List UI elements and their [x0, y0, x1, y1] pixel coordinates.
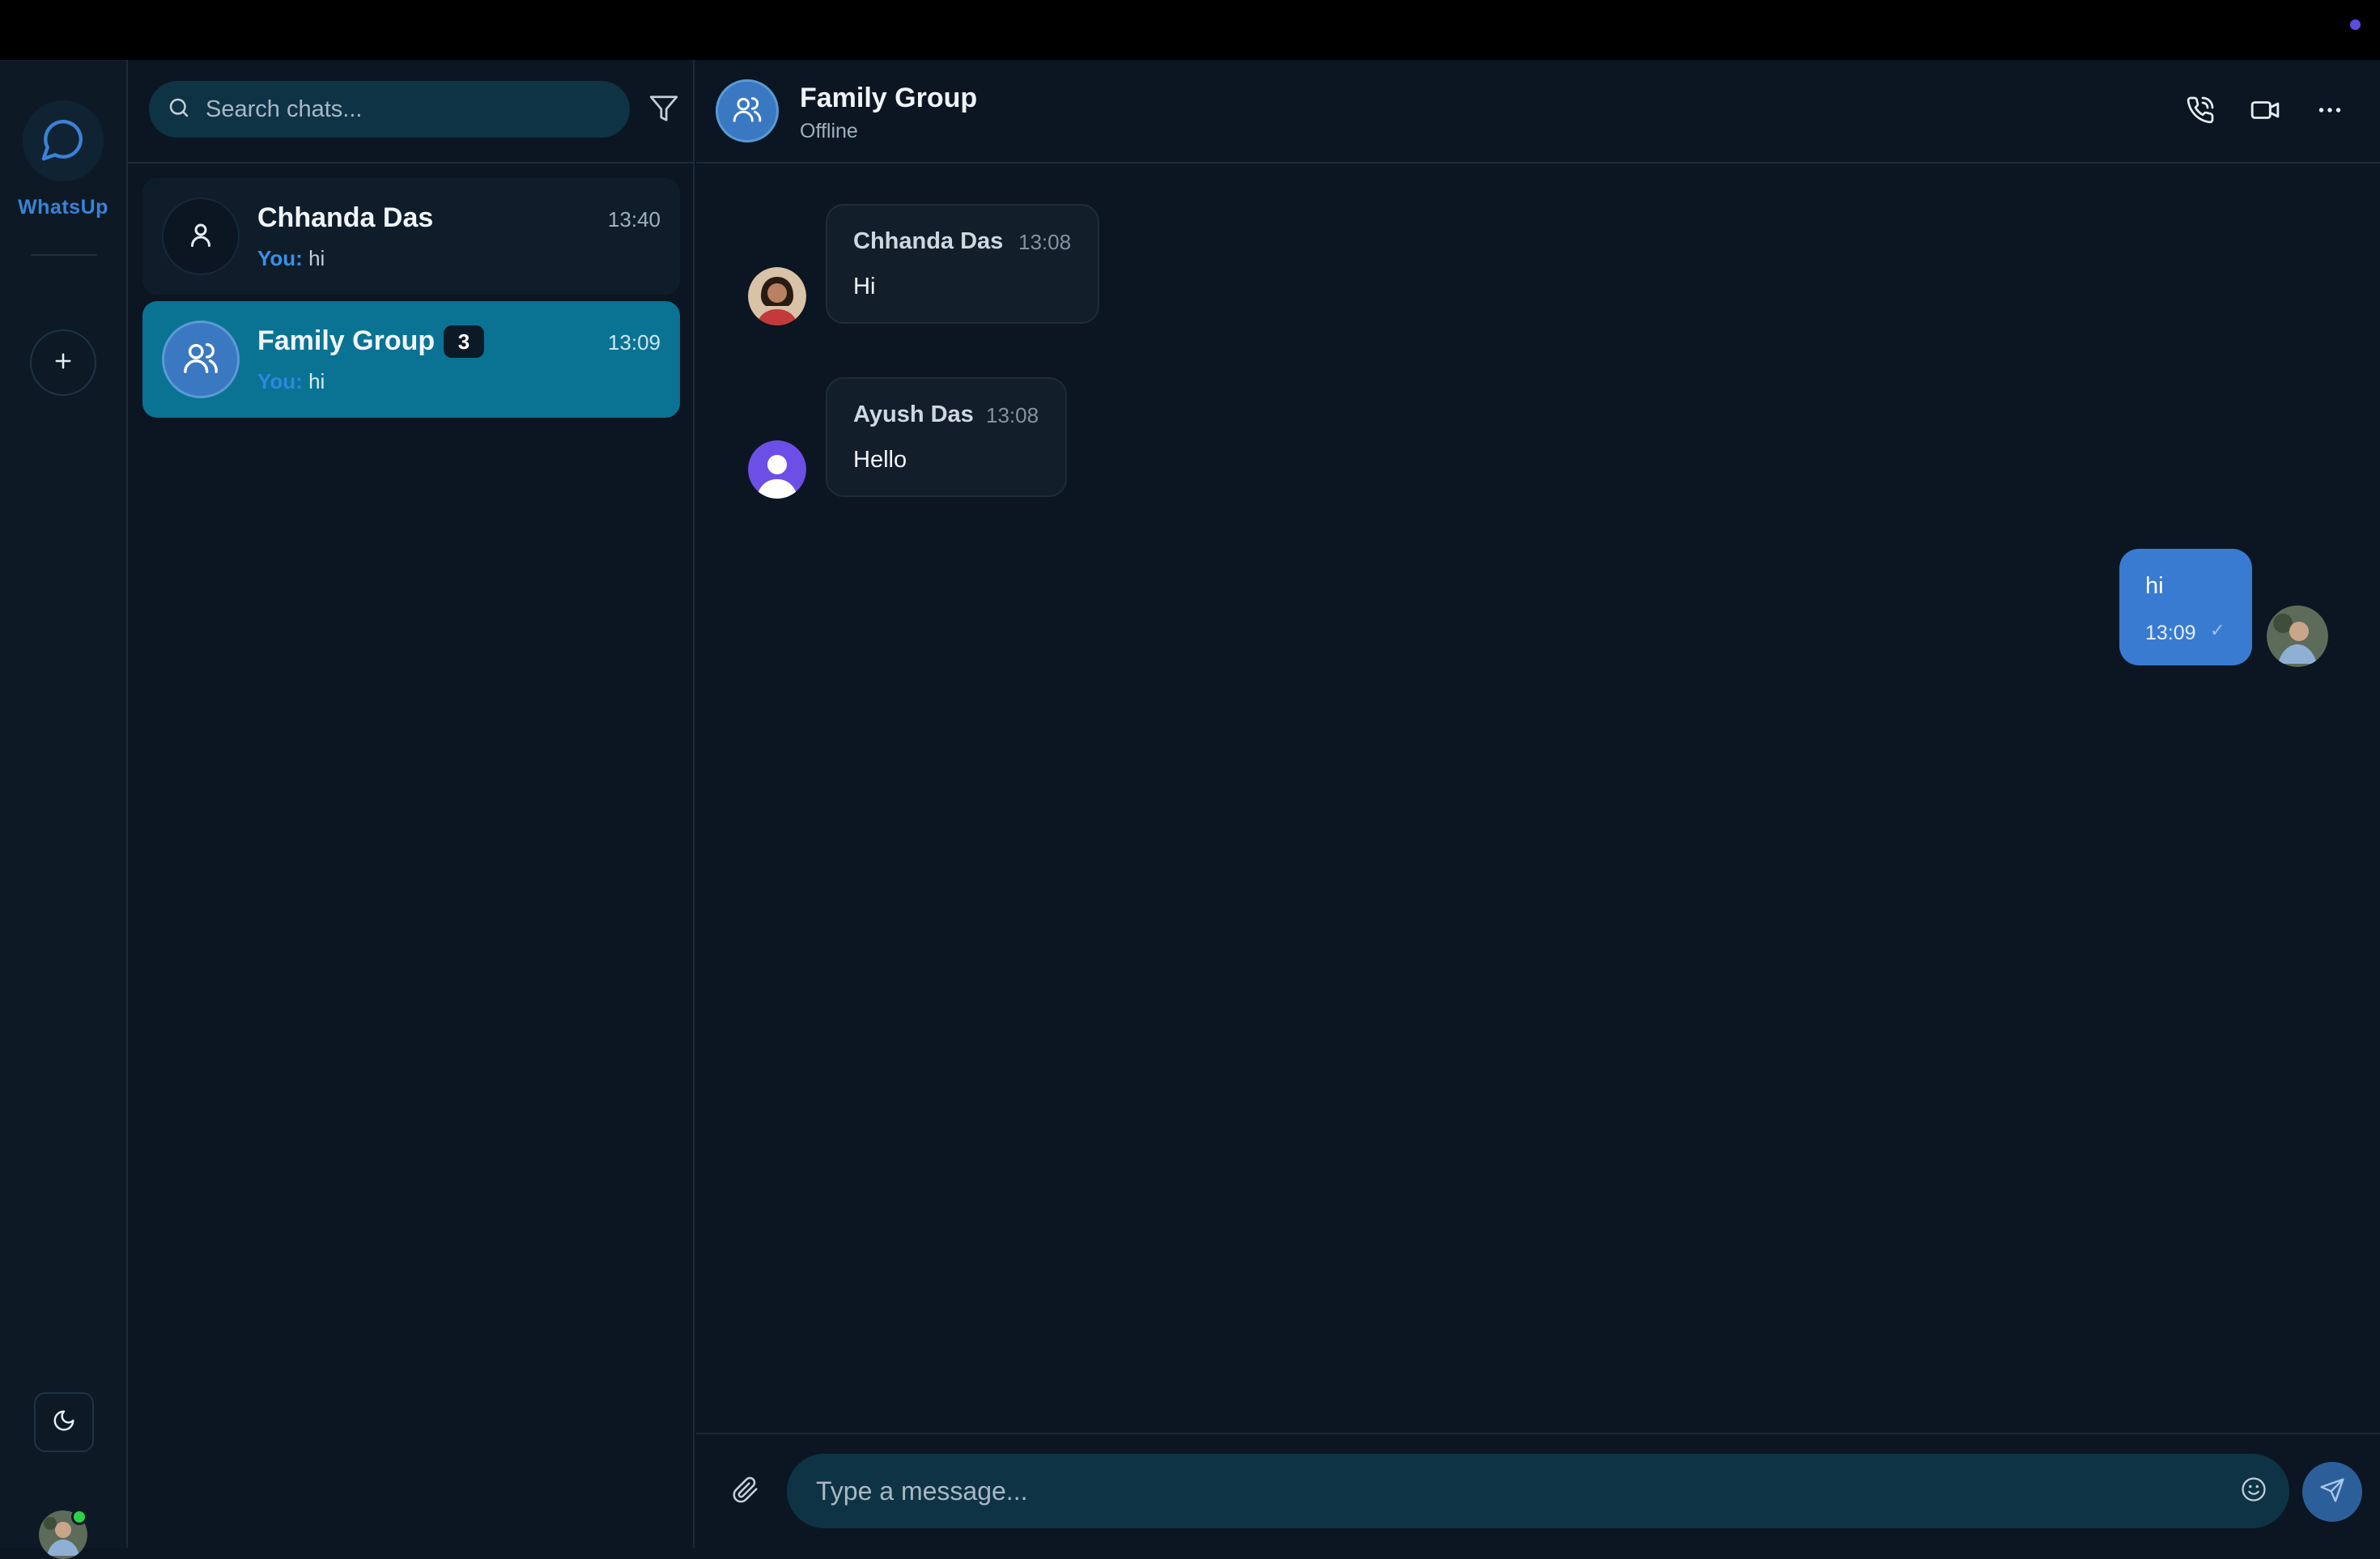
status-dot — [2350, 19, 2361, 30]
user-icon — [186, 220, 215, 253]
phone-icon — [2186, 96, 2215, 129]
divider — [31, 254, 97, 256]
message-text: hi — [2145, 573, 2164, 599]
plus-icon — [52, 350, 74, 376]
attach-button[interactable] — [727, 1473, 764, 1510]
send-icon — [2319, 1477, 2345, 1507]
conversation-title: Family Group — [800, 83, 978, 113]
chat-item-family-group[interactable]: Family Group 3 13:09 You: hi — [142, 301, 680, 418]
preview-text: hi — [308, 246, 325, 270]
app-rail: WhatsUp — [0, 60, 128, 1559]
sent-check-icon: ✓ — [2210, 620, 2225, 640]
search-input[interactable] — [204, 95, 593, 124]
users-icon — [732, 94, 763, 129]
preview-text: hi — [308, 369, 325, 393]
theme-toggle-button[interactable] — [34, 1392, 94, 1452]
group-avatar[interactable] — [716, 79, 779, 142]
chat-list-header — [128, 60, 695, 164]
message-text: Hello — [853, 447, 907, 473]
chat-time: 13:40 — [607, 207, 661, 232]
message-sender: Chhanda Das — [853, 228, 1004, 254]
chat-preview: You: hi — [257, 369, 325, 394]
emoji-button[interactable] — [2236, 1473, 2272, 1509]
voice-call-button[interactable] — [2178, 89, 2223, 134]
chat-list-panel: Chhanda Das 13:40 You: hi Family Group 3… — [128, 60, 695, 1548]
chat-name: Chhanda Das — [257, 202, 434, 233]
smile-icon — [2240, 1476, 2267, 1507]
filter-button[interactable] — [641, 87, 686, 133]
window-top-bar — [0, 0, 2380, 60]
message-time: 13:09 — [2145, 622, 2196, 644]
avatar — [162, 321, 240, 398]
chat-bubble-icon — [40, 116, 87, 167]
unread-badge: 3 — [444, 325, 484, 358]
search-icon — [167, 96, 191, 124]
online-indicator — [71, 1509, 87, 1525]
own-avatar[interactable] — [2267, 605, 2328, 667]
users-icon — [182, 339, 219, 380]
message-sender: Ayush Das — [853, 401, 974, 427]
message-time: 13:08 — [1018, 230, 1072, 254]
sender-avatar[interactable] — [748, 267, 806, 325]
moon-icon — [52, 1408, 76, 1437]
preview-prefix: You: — [257, 246, 303, 270]
conversation-panel: Family Group Offline Chhanda Das 13:08 H… — [696, 60, 2380, 1548]
app-name: WhatsUp — [18, 196, 108, 219]
video-call-button[interactable] — [2242, 89, 2288, 134]
video-icon — [2250, 95, 2280, 130]
more-options-button[interactable] — [2307, 89, 2352, 134]
conversation-status: Offline — [800, 120, 858, 142]
app-logo[interactable] — [23, 100, 104, 181]
avatar — [162, 198, 240, 275]
message-box[interactable] — [787, 1454, 2289, 1528]
chat-item-chhanda-das[interactable]: Chhanda Das 13:40 You: hi — [142, 178, 680, 295]
message-time: 13:08 — [986, 403, 1039, 427]
more-icon — [2315, 96, 2344, 129]
chat-name: Family Group — [257, 325, 436, 356]
filter-icon — [648, 93, 679, 128]
preview-prefix: You: — [257, 369, 303, 393]
conversation-header: Family Group Offline — [696, 60, 2380, 164]
paperclip-icon — [732, 1476, 759, 1508]
message-input[interactable] — [814, 1472, 2191, 1510]
chat-preview: You: hi — [257, 246, 325, 271]
own-message-bubble: hi 13:09 ✓ — [2119, 549, 2252, 665]
sender-avatar[interactable] — [748, 440, 806, 499]
new-chat-button[interactable] — [30, 329, 96, 396]
search-box[interactable] — [149, 81, 630, 138]
message-bubble: Chhanda Das 13:08 Hi — [826, 204, 1099, 324]
message-composer — [696, 1433, 2380, 1548]
message-bubble: Ayush Das 13:08 Hello — [826, 377, 1067, 497]
message-text: Hi — [853, 274, 876, 299]
send-button[interactable] — [2302, 1462, 2362, 1522]
chat-time: 13:09 — [607, 330, 661, 355]
